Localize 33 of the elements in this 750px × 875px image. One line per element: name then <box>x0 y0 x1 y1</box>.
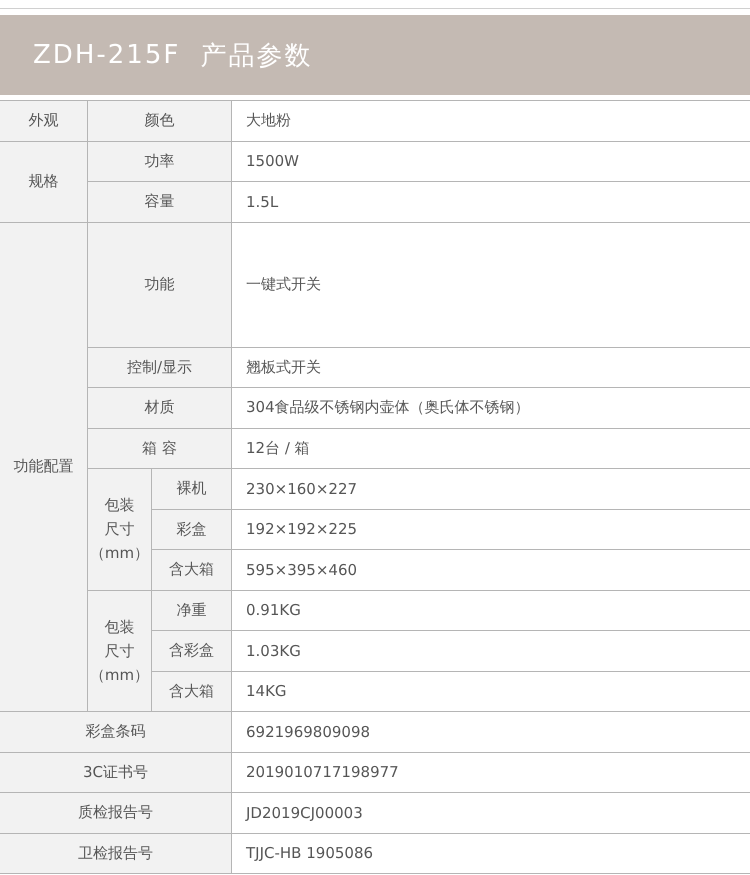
header-title: 产品参数 <box>200 40 312 72</box>
group-label: 包装尺寸（mm） <box>88 590 152 712</box>
row-value: 1500W <box>232 142 750 182</box>
row-label: 含彩盒 <box>152 631 232 672</box>
model-number: ZDH-215F <box>33 40 180 70</box>
row-value: 192×192×225 <box>232 510 750 550</box>
row-value: 一键式开关 <box>232 222 750 348</box>
group-label: 包装尺寸（mm） <box>88 469 152 590</box>
row-value: 翘板式开关 <box>232 348 750 388</box>
row-label: 材质 <box>88 388 232 428</box>
row-label: 卫检报告号 <box>0 834 232 874</box>
row-label: 彩盒条码 <box>0 712 232 752</box>
row-value: 12台 / 箱 <box>232 428 750 469</box>
row-label: 功率 <box>88 142 232 182</box>
row-label: 箱 容 <box>88 428 232 469</box>
row-label: 含大箱 <box>152 550 232 590</box>
row-label: 净重 <box>152 590 232 631</box>
row-label: 容量 <box>88 182 232 222</box>
row-value: 0.91KG <box>232 590 750 631</box>
section-label: 外观 <box>0 101 88 142</box>
row-label: 功能 <box>88 222 232 348</box>
section-label: 规格 <box>0 142 88 222</box>
row-label: 质检报告号 <box>0 793 232 834</box>
row-label: 颜色 <box>88 101 232 142</box>
row-value: TJJC-HB 1905086 <box>232 834 750 874</box>
row-label: 裸机 <box>152 469 232 510</box>
row-label: 含大箱 <box>152 672 232 712</box>
row-value: 2019010717198977 <box>232 752 750 793</box>
row-label: 3C证书号 <box>0 752 232 793</box>
row-label: 控制/显示 <box>88 348 232 388</box>
row-label: 彩盒 <box>152 510 232 550</box>
row-value: 14KG <box>232 672 750 712</box>
section-label: 功能配置 <box>0 222 88 712</box>
